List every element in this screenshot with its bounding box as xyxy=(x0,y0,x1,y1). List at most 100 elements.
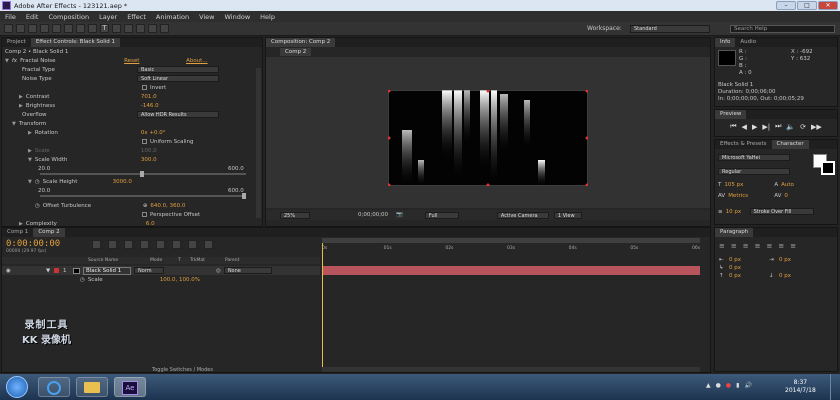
expand-arrow-icon[interactable]: ▼ xyxy=(28,179,32,185)
ie-taskbar-icon[interactable] xyxy=(38,377,70,397)
rotate-tool-icon[interactable] xyxy=(40,24,49,33)
brainstorm-icon[interactable] xyxy=(188,240,197,249)
expand-arrow-icon[interactable]: ▼ xyxy=(12,121,16,127)
comp-viewer[interactable] xyxy=(266,57,710,208)
pen-tool-icon[interactable] xyxy=(88,24,97,33)
space-before-value[interactable]: 0 px xyxy=(729,272,769,280)
comp-mini-flowchart-icon[interactable] xyxy=(108,240,117,249)
prop-value[interactable]: 100.0 xyxy=(141,148,157,154)
mute-icon[interactable]: 🔈 xyxy=(786,123,795,131)
time-ruler[interactable]: 0s 01s 02s 03s 04s 05s 06s xyxy=(322,246,700,263)
stroke-type-dropdown[interactable]: Stroke Over Fill xyxy=(749,208,814,215)
tab-info[interactable]: Info xyxy=(715,38,736,47)
col-t[interactable]: T xyxy=(178,258,190,263)
tray-ime-icon[interactable]: ▲ xyxy=(706,382,711,389)
pan-behind-tool-icon[interactable] xyxy=(64,24,73,33)
visibility-eye-icon[interactable]: ◉ xyxy=(6,268,16,274)
col-source-name[interactable]: Source Name xyxy=(88,258,150,263)
offset-value[interactable]: 640.0, 360.0 xyxy=(150,203,185,209)
layer-parent-dropdown[interactable]: None xyxy=(223,267,272,274)
workspace-dropdown[interactable]: Standard xyxy=(630,25,710,33)
clock-time[interactable]: 8:37 xyxy=(785,379,816,387)
expand-arrow-icon[interactable]: ▼ xyxy=(5,58,9,64)
mask-tool-icon[interactable] xyxy=(76,24,85,33)
menu-file[interactable]: File xyxy=(5,13,16,21)
search-help-input[interactable]: Search Help xyxy=(730,25,835,33)
expand-arrow-icon[interactable]: ▶ xyxy=(19,94,23,100)
eraser-tool-icon[interactable] xyxy=(136,24,145,33)
checkbox-icon[interactable] xyxy=(142,139,147,144)
menu-window[interactable]: Window xyxy=(225,13,251,21)
shy-layers-icon[interactable] xyxy=(140,240,149,249)
puppet-tool-icon[interactable] xyxy=(160,24,169,33)
font-size-value[interactable]: 105 px xyxy=(724,182,774,188)
stopwatch-icon[interactable]: ◷ xyxy=(80,277,85,283)
prop-value[interactable]: 300.0 xyxy=(141,157,157,163)
next-frame-icon[interactable]: ▶| xyxy=(762,123,770,131)
justify-last-left-icon[interactable]: ≡ xyxy=(755,242,761,250)
views-dropdown[interactable]: 1 View xyxy=(553,211,582,219)
brush-tool-icon[interactable] xyxy=(112,24,121,33)
clone-stamp-tool-icon[interactable] xyxy=(124,24,133,33)
font-style-dropdown[interactable]: Regular xyxy=(718,168,790,175)
scale-width-slider[interactable] xyxy=(40,171,246,177)
stroke-size-value[interactable]: 10 px xyxy=(726,209,750,215)
layer-expand-arrow-icon[interactable]: ▼ xyxy=(46,268,54,274)
timecode-display[interactable]: 0;00;00;00 xyxy=(358,212,388,218)
stopwatch-icon[interactable]: ◷ xyxy=(35,179,40,185)
justify-last-right-icon[interactable]: ≡ xyxy=(778,242,784,250)
resolution-dropdown[interactable]: Full xyxy=(424,211,459,219)
panel-scrollbar[interactable] xyxy=(256,68,261,218)
layer-row[interactable]: ◉ ▼ 1 Black Solid 1 Norm ◎ None xyxy=(2,266,320,275)
kerning-value[interactable]: Metrics xyxy=(728,193,774,199)
expand-arrow-icon[interactable]: ▶ xyxy=(28,130,32,136)
clock-date[interactable]: 2014/7/18 xyxy=(785,387,816,395)
camera-tool-icon[interactable] xyxy=(52,24,61,33)
camera-dropdown[interactable]: Active Camera xyxy=(496,211,549,219)
zoom-dropdown[interactable]: 25% xyxy=(280,211,310,219)
font-family-dropdown[interactable]: Microsoft YaHei xyxy=(718,154,790,161)
frame-blending-icon[interactable] xyxy=(156,240,165,249)
explorer-taskbar-icon[interactable] xyxy=(76,377,108,397)
ram-preview-icon[interactable]: ▶▶ xyxy=(811,123,822,131)
hand-tool-icon[interactable] xyxy=(16,24,25,33)
complexity-value[interactable]: 6.0 xyxy=(146,221,155,227)
stroke-color-swatch[interactable] xyxy=(821,161,835,175)
expand-arrow-icon[interactable]: ▶ xyxy=(19,221,23,227)
menu-animation[interactable]: Animation xyxy=(156,13,189,21)
about-link[interactable]: About... xyxy=(186,58,208,64)
menu-effect[interactable]: Effect xyxy=(127,13,146,21)
align-right-icon[interactable]: ≡ xyxy=(743,242,749,250)
menu-help[interactable]: Help xyxy=(260,13,275,21)
checkbox-icon[interactable] xyxy=(142,85,147,90)
col-trkmat[interactable]: TrkMat xyxy=(190,258,225,263)
tab-preview[interactable]: Preview xyxy=(715,110,747,119)
tab-paragraph[interactable]: Paragraph xyxy=(715,228,754,237)
tab-comp1[interactable]: Comp 1 xyxy=(2,228,33,237)
tray-volume-icon[interactable]: 🔊 xyxy=(744,382,751,389)
minimize-button[interactable]: – xyxy=(776,1,796,10)
tray-network-icon[interactable]: ▮ xyxy=(736,382,739,389)
snapshot-icon[interactable]: 📷 xyxy=(396,212,403,218)
prop-value[interactable]: Basic xyxy=(137,66,219,73)
scale-height-value[interactable]: 3000.0 xyxy=(113,179,132,185)
prop-value[interactable]: 701.0 xyxy=(141,94,157,100)
align-left-icon[interactable]: ≡ xyxy=(719,242,725,250)
search-layers-icon[interactable] xyxy=(92,240,101,249)
timeline-scrollbar[interactable] xyxy=(322,367,700,372)
scale-height-slider[interactable] xyxy=(40,193,246,199)
zoom-tool-icon[interactable] xyxy=(28,24,37,33)
motion-blur-icon[interactable] xyxy=(172,240,181,249)
menu-edit[interactable]: Edit xyxy=(26,13,39,21)
first-frame-icon[interactable]: ⏮ xyxy=(730,122,736,131)
draft-3d-icon[interactable] xyxy=(124,240,133,249)
last-frame-icon[interactable]: ⏭ xyxy=(775,122,781,131)
space-after-value[interactable]: 0 px xyxy=(779,272,791,280)
tab-effects-presets[interactable]: Effects & Presets xyxy=(715,140,772,149)
crosshair-icon[interactable]: ⊕ xyxy=(143,203,148,209)
graph-editor-icon[interactable] xyxy=(204,240,213,249)
tab-project[interactable]: Project xyxy=(2,38,31,47)
close-button[interactable]: ✕ xyxy=(818,1,838,10)
justify-all-icon[interactable]: ≡ xyxy=(790,242,796,250)
col-parent[interactable]: Parent xyxy=(225,258,239,263)
